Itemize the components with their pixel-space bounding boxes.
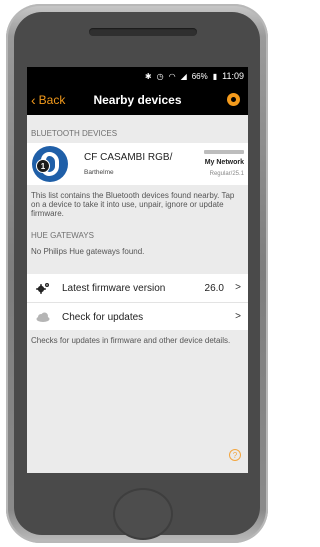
settings-list: Latest firmware version 26.0 > Check for… <box>27 274 248 330</box>
signal-strength-bar <box>204 150 244 154</box>
hue-status-text: No Philips Hue gateways found. <box>31 247 145 256</box>
clock: 11:09 <box>222 71 244 81</box>
app-screen: ✱ ◷ ◠ ◢ 66% ▮ 11:09 ‹ Back Nearby device… <box>27 67 248 473</box>
bluetooth-section-header: BLUETOOTH DEVICES <box>31 129 118 138</box>
hue-section-header: HUE GATEWAYS <box>31 231 94 240</box>
check-updates-label: Check for updates <box>62 312 144 323</box>
nav-bar: ‹ Back Nearby devices <box>27 85 248 115</box>
help-icon[interactable]: ? <box>229 449 241 461</box>
phone-speaker <box>89 28 197 36</box>
signal-icon: ◢ <box>180 71 187 81</box>
home-button[interactable] <box>113 488 173 540</box>
alarm-icon: ◷ <box>156 71 164 81</box>
wifi-icon: ◠ <box>168 71 176 81</box>
battery-level: 66% <box>191 71 208 81</box>
page-title: Nearby devices <box>93 93 182 107</box>
device-row[interactable]: 1 CF CASAMBI RGB/ Barthelme My Network R… <box>27 143 248 185</box>
battery-icon: ▮ <box>212 71 218 81</box>
device-vendor: Barthelme <box>84 169 114 176</box>
status-bar: ✱ ◷ ◠ ◢ 66% ▮ 11:09 <box>27 67 248 85</box>
bluetooth-info-text: This list contains the Bluetooth devices… <box>31 191 235 218</box>
firmware-label: Latest firmware version <box>62 283 166 294</box>
device-count-badge: 1 <box>36 159 50 173</box>
chevron-right-icon: > <box>235 311 241 322</box>
device-version: Regular/25.1 <box>209 171 244 177</box>
location-icon[interactable] <box>227 93 240 106</box>
bluetooth-icon: ✱ <box>144 71 152 81</box>
chevron-right-icon: > <box>235 282 241 293</box>
device-network: My Network <box>204 159 244 166</box>
cloud-icon <box>36 312 50 322</box>
updates-info-text: Checks for updates in firmware and other… <box>31 336 231 345</box>
device-name: CF CASAMBI RGB/ <box>84 152 173 163</box>
check-updates-row[interactable]: Check for updates > <box>27 302 248 330</box>
firmware-row[interactable]: Latest firmware version 26.0 > <box>27 274 248 302</box>
firmware-version-value: 26.0 <box>204 283 224 294</box>
casambi-logo-icon: 1 <box>32 146 68 182</box>
gear-icon <box>36 283 49 294</box>
